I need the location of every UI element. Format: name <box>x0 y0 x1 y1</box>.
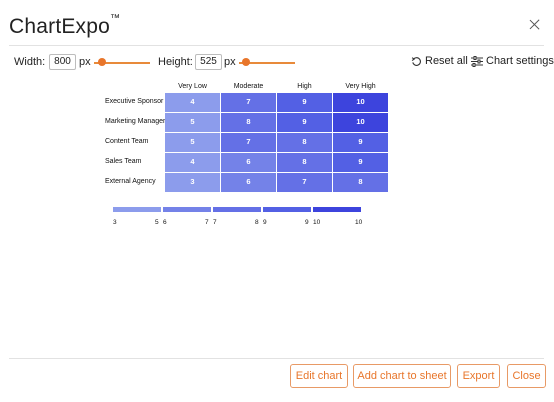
legend-swatch <box>213 207 261 212</box>
column-header: Very High <box>345 83 376 90</box>
footer-divider <box>9 358 544 359</box>
legend-min-label: 10 <box>313 219 321 226</box>
heatmap-cell: 6 <box>221 173 276 192</box>
heatmap-cell: 9 <box>333 133 388 152</box>
heatmap-cell: 5 <box>165 133 220 152</box>
row-header: External Agency <box>105 178 156 185</box>
legend-swatch <box>163 207 211 212</box>
heatmap-chart: Very Low Moderate High Very High Executive S… <box>0 0 554 240</box>
heatmap-cell: 9 <box>333 153 388 172</box>
heatmap-cell: 9 <box>277 113 332 132</box>
heatmap-cell: 9 <box>277 93 332 112</box>
legend-swatch <box>313 207 361 212</box>
heatmap-cell: 4 <box>165 153 220 172</box>
heatmap-cell: 10 <box>333 93 388 112</box>
close-button[interactable]: Close <box>507 364 546 388</box>
row-header: Content Team <box>105 138 149 145</box>
column-header: High <box>297 83 312 90</box>
column-header: Very Low <box>178 83 207 90</box>
legend-max-label: 7 <box>205 219 209 226</box>
heatmap-cell: 4 <box>165 93 220 112</box>
add-chart-to-sheet-button[interactable]: Add chart to sheet <box>353 364 451 388</box>
heatmap-cell: 6 <box>221 153 276 172</box>
legend-max-label: 9 <box>305 219 309 226</box>
heatmap-cell: 8 <box>277 133 332 152</box>
legend-swatch <box>113 207 161 212</box>
row-header: Marketing Manager <box>105 118 166 125</box>
legend-max-label: 10 <box>355 219 363 226</box>
heatmap-cell: 8 <box>221 113 276 132</box>
export-button[interactable]: Export <box>457 364 500 388</box>
column-header: Moderate <box>233 83 264 90</box>
edit-chart-button[interactable]: Edit chart <box>290 364 348 388</box>
heatmap-cell: 7 <box>221 133 276 152</box>
heatmap-cell: 8 <box>333 173 388 192</box>
legend-min-label: 9 <box>263 219 267 226</box>
heatmap-cell: 8 <box>277 153 332 172</box>
heatmap-cell: 10 <box>333 113 388 132</box>
heatmap-cell: 5 <box>165 113 220 132</box>
legend-min-label: 6 <box>163 219 167 226</box>
legend-min-label: 3 <box>113 219 117 226</box>
row-header: Sales Team <box>105 158 142 165</box>
heatmap-cell: 3 <box>165 173 220 192</box>
row-header: Executive Sponsor <box>105 98 164 105</box>
legend-min-label: 7 <box>213 219 217 226</box>
legend-max-label: 5 <box>155 219 159 226</box>
heatmap-cell: 7 <box>277 173 332 192</box>
legend-swatch <box>263 207 311 212</box>
legend-max-label: 8 <box>255 219 259 226</box>
heatmap-cell: 7 <box>221 93 276 112</box>
